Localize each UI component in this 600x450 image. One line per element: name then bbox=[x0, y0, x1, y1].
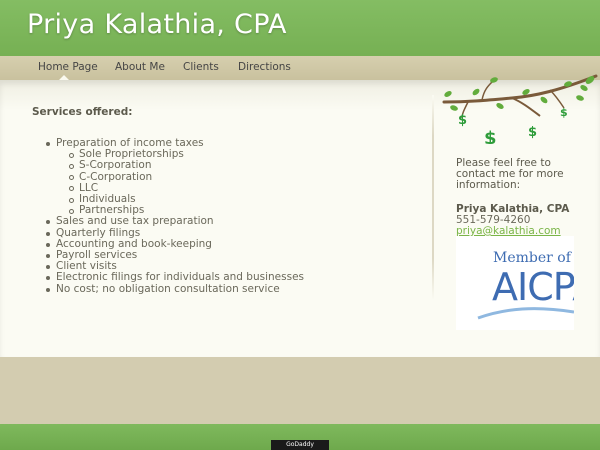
service-item: Preparation of income taxes Sole Proprie… bbox=[46, 137, 304, 216]
contact-intro-line: information: bbox=[456, 179, 521, 192]
service-item: Sales and use tax preparation bbox=[46, 216, 304, 227]
nav-home[interactable]: Home Page bbox=[38, 61, 98, 73]
service-item: Electronic filings for individuals and b… bbox=[46, 271, 304, 284]
svg-text:$: $ bbox=[484, 128, 497, 144]
active-nav-indicator bbox=[59, 75, 69, 80]
svg-text:$: $ bbox=[560, 106, 568, 119]
godaddy-badge[interactable]: GoDaddy bbox=[271, 440, 329, 450]
service-label: Preparation of income taxes bbox=[56, 137, 204, 149]
aicpa-org-text: AICPA bbox=[492, 265, 574, 309]
tree-branch-illustration: $ $ $ $ bbox=[442, 74, 598, 144]
svg-text:$: $ bbox=[528, 125, 537, 140]
aicpa-member-logo: Member of AICPA bbox=[456, 236, 574, 330]
aicpa-swoosh-icon bbox=[477, 307, 574, 320]
svg-text:$: $ bbox=[458, 113, 467, 128]
site-header: Priya Kalathia, CPA bbox=[0, 0, 600, 56]
site-title: Priya Kalathia, CPA bbox=[27, 9, 287, 40]
service-subitem: C-Corporation bbox=[69, 171, 304, 183]
service-subitem: S-Corporation bbox=[69, 160, 304, 171]
nav-clients[interactable]: Clients bbox=[183, 61, 219, 73]
column-divider bbox=[432, 95, 434, 300]
nav-directions[interactable]: Directions bbox=[238, 61, 291, 73]
service-sublist: Sole Proprietorships S-Corporation C-Cor… bbox=[56, 148, 304, 216]
contact-intro: Please feel free to contact me for more … bbox=[456, 157, 574, 192]
services-list: Preparation of income taxes Sole Proprie… bbox=[46, 137, 304, 295]
service-item: No cost; no obligation consultation serv… bbox=[46, 283, 304, 295]
aicpa-member-text: Member of bbox=[493, 250, 571, 266]
services-heading: Services offered: bbox=[32, 106, 133, 118]
nav-about-me[interactable]: About Me bbox=[115, 61, 165, 73]
